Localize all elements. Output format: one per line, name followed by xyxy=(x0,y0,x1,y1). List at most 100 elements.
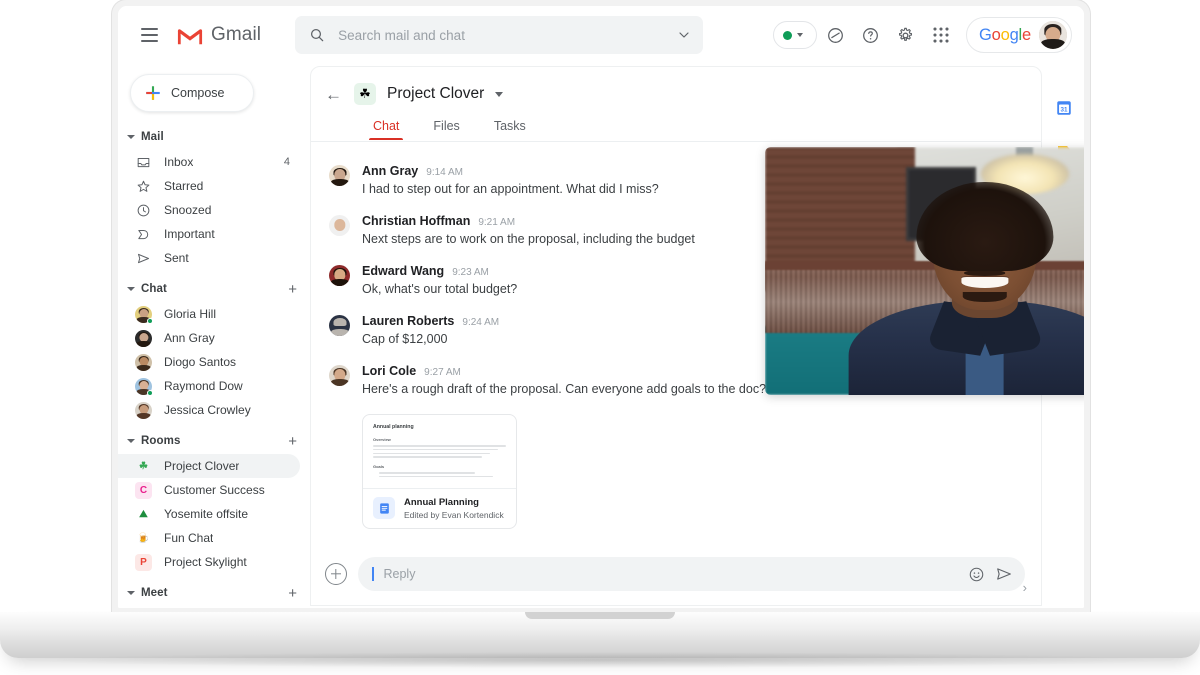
room-tabs: Chat Files Tasks xyxy=(325,115,1025,140)
sidebar-item-customer-success[interactable]: CCustomer Success xyxy=(118,478,300,502)
sidebar-item-important[interactable]: Important xyxy=(118,222,300,246)
sidebar-item-fun-chat[interactable]: 🍺Fun Chat xyxy=(118,526,300,550)
document-subtitle: Edited by Evan Kortendick xyxy=(404,510,504,520)
sidebar-item-label: Yosemite offsite xyxy=(164,507,248,521)
video-call-overlay[interactable]: Matthew 5 others xyxy=(765,147,1084,395)
sidebar-item-starred[interactable]: Starred xyxy=(118,174,300,198)
tab-tasks[interactable]: Tasks xyxy=(493,115,527,140)
sidebar-item-new-meeting[interactable]: New meeting xyxy=(118,606,300,608)
sidebar-item-label: Raymond Dow xyxy=(164,379,243,393)
online-badge-icon xyxy=(147,390,153,396)
main-menu-icon[interactable] xyxy=(132,18,166,52)
send-icon[interactable] xyxy=(995,565,1013,583)
compose-button[interactable]: Compose xyxy=(130,74,254,112)
main-panel: ← ☘ Project Clover ChatFilesTasks xyxy=(310,64,1044,608)
back-arrow-icon[interactable]: ← xyxy=(325,86,343,103)
search-bar[interactable] xyxy=(295,16,703,54)
sidebar-item-label: Project Skylight xyxy=(164,555,247,569)
chevron-down-icon xyxy=(127,135,135,139)
sidebar-sections: Mail Inbox4Starred Snoozed Important Sent Ch… xyxy=(118,124,310,608)
expand-chevron-icon[interactable]: › xyxy=(1023,580,1027,595)
sidebar-item-yosemite-offsite[interactable]: ⛰ Yosemite offsite xyxy=(118,502,300,526)
search-container xyxy=(295,16,703,54)
chevron-down-icon xyxy=(797,33,803,37)
avatar[interactable] xyxy=(1039,21,1067,49)
avatar xyxy=(135,354,152,371)
sidebar-item-label: Gloria Hill xyxy=(164,307,216,321)
sidebar-item-label: Important xyxy=(164,227,215,241)
help-icon[interactable] xyxy=(855,19,887,51)
top-bar: Gmail xyxy=(118,6,1084,64)
google-docs-icon xyxy=(373,497,395,519)
unread-count: 4 xyxy=(284,156,300,168)
gmail-logo-icon xyxy=(176,25,204,46)
search-input[interactable] xyxy=(338,28,663,43)
chevron-down-icon xyxy=(127,591,135,595)
sidebar-item-label: Jessica Crowley xyxy=(164,403,251,417)
add-chat-icon[interactable]: + xyxy=(288,282,297,297)
availability-status-button[interactable] xyxy=(773,21,817,49)
sidebar-item-jessica-crowley[interactable]: Jessica Crowley xyxy=(118,398,300,422)
sidebar-item-project-skylight[interactable]: PProject Skylight xyxy=(118,550,300,574)
google-account-button[interactable]: Google xyxy=(966,17,1072,53)
sidebar-section-label: Mail xyxy=(141,131,164,143)
sidebar-item-inbox[interactable]: Inbox4 xyxy=(118,150,300,174)
room-menu-chevron-icon[interactable] xyxy=(495,92,503,97)
message-sender: Edward Wang xyxy=(362,264,444,278)
google-apps-grid-icon[interactable] xyxy=(925,19,957,51)
chevron-down-icon[interactable] xyxy=(676,27,692,43)
document-card-footer: Annual Planning Edited by Evan Kortendic… xyxy=(363,488,516,528)
message-timestamp: 9:21 AM xyxy=(478,217,515,228)
sidebar-section-mail[interactable]: Mail xyxy=(118,124,310,150)
sidebar-section-chat[interactable]: Chat+ xyxy=(118,276,310,302)
sidebar-item-snoozed[interactable]: Snoozed xyxy=(118,198,300,222)
sidebar-item-gloria-hill[interactable]: Gloria Hill xyxy=(118,302,300,326)
message-timestamp: 9:24 AM xyxy=(462,317,499,328)
chevron-down-icon xyxy=(127,287,135,291)
reply-field[interactable] xyxy=(358,557,1025,591)
reply-input[interactable] xyxy=(384,567,959,581)
sidebar-item-ann-gray[interactable]: Ann Gray xyxy=(118,326,300,350)
inbox-icon xyxy=(135,154,152,171)
google-calendar-icon[interactable]: 31 xyxy=(1055,98,1074,117)
compose-label: Compose xyxy=(171,86,225,100)
tab-files[interactable]: Files xyxy=(432,115,460,140)
room-title: Project Clover xyxy=(387,85,484,103)
send-icon xyxy=(135,250,152,267)
do-not-disturb-icon[interactable] xyxy=(820,19,852,51)
message-timestamp: 9:23 AM xyxy=(452,267,489,278)
sidebar-item-raymond-dow[interactable]: Raymond Dow xyxy=(118,374,300,398)
sidebar-item-label: Snoozed xyxy=(164,203,211,217)
google-logo-g1: G xyxy=(979,26,992,44)
sidebar-item-project-clover[interactable]: ☘Project Clover xyxy=(118,454,300,478)
top-bar-actions: Google xyxy=(773,17,1074,53)
gmail-app: Gmail xyxy=(118,6,1084,608)
document-preview-heading-1: Overview xyxy=(373,437,506,442)
laptop-screen: Gmail xyxy=(118,6,1084,608)
letter-badge: C xyxy=(135,482,152,499)
important-icon xyxy=(135,226,152,243)
add-rooms-icon[interactable]: + xyxy=(288,434,297,449)
settings-gear-icon[interactable] xyxy=(890,19,922,51)
sidebar-item-sent[interactable]: Sent xyxy=(118,246,300,270)
online-badge-icon xyxy=(147,318,153,324)
document-preview-heading-2: Goals xyxy=(373,464,506,469)
avatar xyxy=(329,265,350,286)
add-meet-icon[interactable]: + xyxy=(288,586,297,601)
chevron-down-icon xyxy=(127,439,135,443)
sidebar-section-label: Meet xyxy=(141,587,168,599)
mountain-emoji: ⛰ xyxy=(135,506,152,523)
text-cursor xyxy=(372,567,374,581)
document-attachment-card[interactable]: Annual planning Overview Goals Annual Pl… xyxy=(362,414,517,529)
sidebar-section-rooms[interactable]: Rooms+ xyxy=(118,428,310,454)
add-attachment-icon[interactable] xyxy=(325,563,347,585)
sidebar-section-meet[interactable]: Meet + xyxy=(118,580,310,606)
sidebar-item-diogo-santos[interactable]: Diogo Santos xyxy=(118,350,300,374)
google-logo-o2: o xyxy=(1001,26,1010,44)
video-feed xyxy=(765,147,1084,395)
sidebar-item-label: Ann Gray xyxy=(164,331,215,345)
tab-chat[interactable]: Chat xyxy=(372,115,400,140)
emoji-icon[interactable] xyxy=(968,566,985,583)
sidebar-item-label: Project Clover xyxy=(164,459,239,473)
message-sender: Ann Gray xyxy=(362,164,418,178)
